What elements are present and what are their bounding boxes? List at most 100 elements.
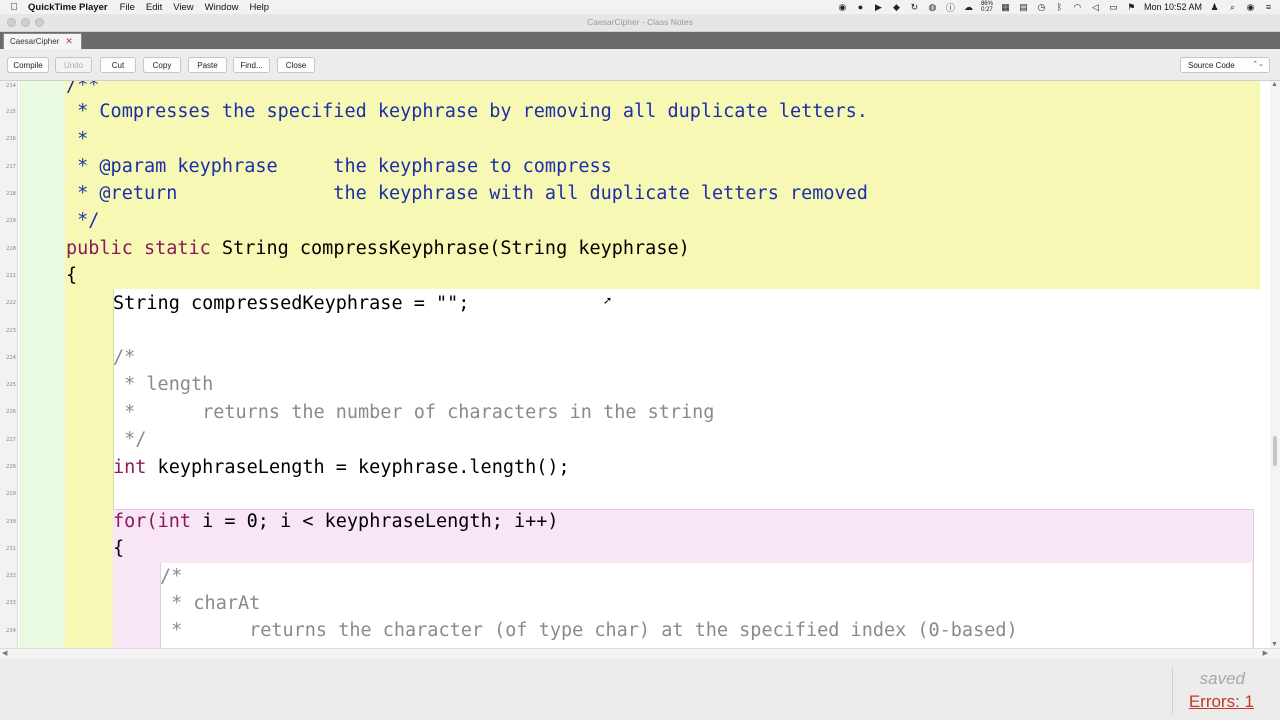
menu-view[interactable]: View [173,2,193,13]
code-editor[interactable]: 214 215 216 217 218 219 220 221 222 223 … [0,81,1270,648]
wifi-icon[interactable]: ◠ [1072,2,1083,13]
line-number: 227 [6,437,16,443]
folder-icon[interactable]: ▤ [1018,2,1029,13]
line-number: 232 [6,573,16,579]
menu-edit[interactable]: Edit [146,2,162,13]
bluetooth-icon[interactable]: ᛒ [1054,2,1065,12]
clock[interactable]: Mon 10:52 AM [1144,2,1202,12]
method-scope-margin [65,289,113,648]
code-line: * length [113,374,214,395]
code-line: * charAt [160,593,261,614]
play-icon[interactable]: ▶ [873,2,884,13]
code-line: String compressedKeyphrase = ""; [113,293,470,314]
record-icon[interactable]: ◉ [837,2,848,13]
window-titlebar[interactable]: CaesarCipher - Class Notes [0,14,1280,32]
keyword: for( [113,511,158,532]
tab-caesarcipher[interactable]: CaesarCipher ✕ [3,33,82,49]
vertical-scrollbar[interactable]: ▲ ▼ [1270,81,1280,648]
close-button[interactable]: Close [277,57,315,73]
code-line: int keyphraseLength = keyphrase.length()… [113,458,570,478]
apple-menu-icon[interactable]:  [0,2,28,13]
line-number: 214 [6,83,16,89]
code-line: * @return the keyphrase with all duplica… [66,183,868,204]
code-line: { [113,538,125,559]
compile-button[interactable]: Compile [7,57,49,73]
line-number: 230 [6,519,16,525]
code-line: */ [113,429,147,450]
copy-button[interactable]: Copy [143,57,181,73]
shield-icon[interactable]: ◍ [927,2,938,13]
code-line: /* [160,566,183,587]
circle-icon[interactable]: ● [855,2,866,12]
mouse-pointer-icon: ➚ [603,295,613,307]
view-mode-select[interactable]: Source Code ⌃⌄ [1180,57,1270,73]
user-icon[interactable]: ♟ [1209,2,1220,13]
app-menu[interactable]: QuickTime Player [28,2,108,13]
code-line: for(int i = 0; i < keyphraseLength; i++) [113,512,559,532]
scroll-left-icon[interactable]: ◀ [2,649,7,657]
tab-label: CaesarCipher [10,37,60,46]
code-line: /** [66,81,100,96]
saved-status: saved [1199,669,1245,688]
code-text: String compressKeyphrase(String keyphras… [210,238,690,259]
grid-icon[interactable]: ▦ [1000,2,1011,13]
status-area: ◉ ● ▶ ◆ ↻ ◍ ⓘ ☁ 86% 0:27 ▦ ▤ ◷ ᛒ ◠ ◁ ▭ ⚑ … [837,0,1274,14]
scroll-up-icon[interactable]: ▲ [1271,81,1278,88]
cut-button[interactable]: Cut [100,57,136,73]
code-line: /* [113,347,136,368]
line-number: 226 [6,409,16,415]
time-machine-icon[interactable]: ◷ [1036,2,1047,13]
dropbox-icon[interactable]: ◆ [891,2,902,13]
tab-bar: CaesarCipher ✕ [0,32,1280,49]
line-number-gutter: 214 215 216 217 218 219 220 221 222 223 … [0,81,18,648]
line-number: 223 [6,328,16,334]
menu-window[interactable]: Window [205,2,239,13]
scroll-down-icon[interactable]: ▼ [1271,641,1278,648]
status-bar: saved Errors: 1 [0,659,1280,720]
errors-link[interactable]: Errors: 1 [1189,692,1254,712]
horizontal-scrollbar[interactable]: ◀ ▶ [0,648,1280,659]
menu-help[interactable]: Help [249,2,269,13]
menu-file[interactable]: File [120,2,135,13]
code-line: * returns the character (of type char) a… [160,620,1018,641]
line-number: 215 [6,109,16,115]
line-number: 217 [6,164,16,170]
cloud-icon[interactable]: ☁ [963,2,974,13]
battery-icon[interactable]: ▭ [1108,2,1119,13]
code-line: { [66,265,78,286]
mac-menubar:  QuickTime Player File Edit View Window… [0,0,1280,14]
scroll-right-icon[interactable]: ▶ [1263,649,1268,657]
find-button[interactable]: Find... [233,57,270,73]
keyword: int [113,457,147,478]
code-line: * Compresses the specified keyphrase by … [66,101,868,122]
info-icon[interactable]: ⓘ [945,1,956,14]
scroll-thumb[interactable] [1273,436,1277,466]
line-number: 218 [6,191,16,197]
line-number: 229 [6,491,16,497]
line-number: 219 [6,218,16,224]
line-number: 216 [6,136,16,142]
editor-toolbar: Compile Undo Cut Copy Paste Find... Clos… [0,49,1280,81]
window-title: CaesarCipher - Class Notes [587,17,693,27]
close-tab-icon[interactable]: ✕ [65,36,73,47]
line-number: 231 [6,546,16,552]
sync-icon[interactable]: ↻ [909,2,920,13]
code-line: public static String compressKeyphrase(S… [66,239,690,259]
line-number: 233 [6,600,16,606]
flag-icon[interactable]: ⚑ [1126,2,1137,13]
keyword: int [157,511,191,532]
line-number: 225 [6,382,16,388]
code-line: * @param keyphrase the keyphrase to comp… [66,156,612,177]
spotlight-search-icon[interactable]: ⌕ [1227,2,1238,13]
line-number: 234 [6,628,16,634]
notification-center-icon[interactable]: ≡ [1263,2,1274,12]
code-text: keyphraseLength = keyphrase.length(); [146,457,570,478]
paste-button[interactable]: Paste [188,57,227,73]
undo-button[interactable]: Undo [55,57,92,73]
class-scope-block [19,81,65,648]
siri-icon[interactable]: ◉ [1245,2,1256,13]
battery-readout[interactable]: 86% 0:27 [981,1,993,13]
status-divider [1172,667,1173,715]
volume-icon[interactable]: ◁ [1090,2,1101,13]
line-number: 228 [6,464,16,470]
